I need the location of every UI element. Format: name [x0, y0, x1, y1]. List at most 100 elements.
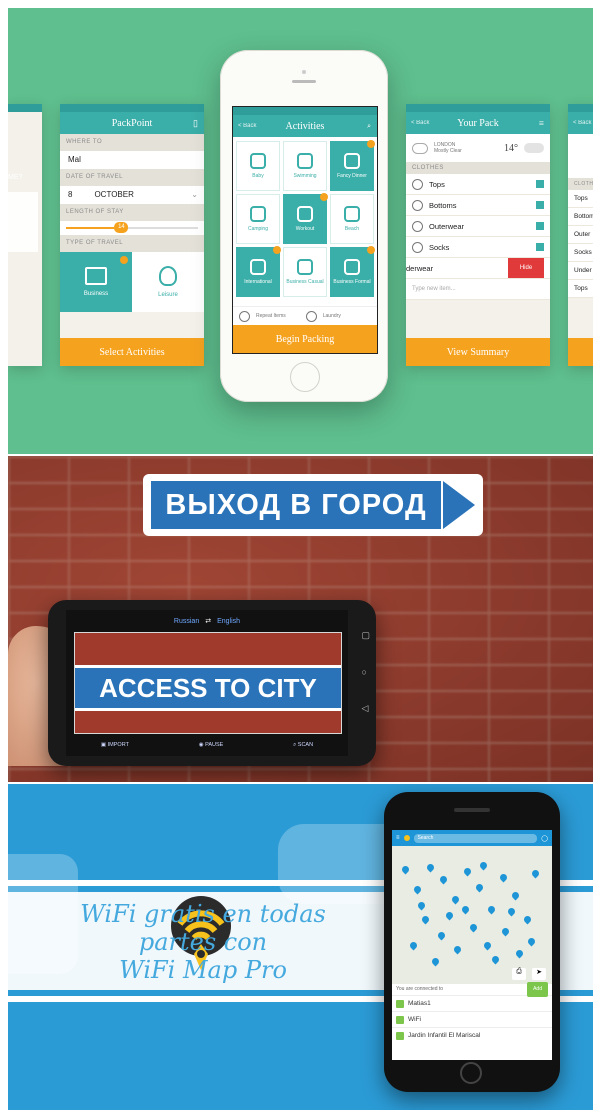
date-picker[interactable]: 8 OCTOBER ⌄ — [60, 186, 204, 204]
hide-button[interactable]: Hide — [508, 258, 544, 278]
swap-icon[interactable]: ⇄ — [205, 617, 211, 625]
checkbox[interactable] — [412, 178, 423, 190]
map-pin-icon[interactable] — [444, 910, 455, 921]
list-item[interactable]: Tops — [568, 280, 593, 298]
scan-button[interactable]: ⌕ SCAN — [293, 742, 313, 749]
search-icon[interactable]: ⌕ — [367, 122, 371, 131]
search-input[interactable]: Search — [413, 833, 538, 843]
list-item[interactable]: Socks — [568, 244, 593, 262]
new-item-input[interactable]: Type new item... — [406, 279, 550, 300]
import-button[interactable]: ▣ IMPORT — [101, 742, 129, 748]
unit-toggle[interactable] — [524, 143, 544, 153]
business-option[interactable]: Business — [60, 252, 132, 312]
slider-handle[interactable]: 14 — [114, 222, 129, 233]
list-item[interactable]: Outer — [568, 226, 593, 244]
leisure-option[interactable]: Leisure — [132, 252, 204, 312]
activity-tile[interactable]: Baby — [236, 141, 280, 191]
activity-tile[interactable]: Fancy Dinner — [330, 140, 375, 191]
repeat-checkbox[interactable] — [239, 310, 250, 322]
list-item[interactable]: Under — [568, 262, 593, 280]
list-item[interactable]: Socks — [406, 237, 550, 258]
map-pin-icon[interactable] — [450, 894, 461, 905]
map-pin-icon[interactable] — [482, 940, 493, 951]
activity-tile[interactable]: Business Formal — [330, 246, 375, 297]
list-item[interactable]: Bottoms — [406, 195, 550, 216]
home-icon[interactable]: ○ — [361, 667, 370, 677]
map-pin-icon[interactable] — [400, 864, 411, 875]
activity-tile[interactable]: Workout — [283, 193, 328, 244]
stay-slider[interactable]: 14 — [60, 221, 204, 235]
map-pin-icon[interactable] — [500, 926, 511, 937]
map-pin-icon[interactable] — [438, 874, 449, 885]
menu-icon[interactable]: ≡ — [539, 118, 544, 128]
map-pin-icon[interactable] — [468, 922, 479, 933]
checkbox[interactable] — [412, 199, 423, 211]
map-pin-icon[interactable] — [498, 872, 509, 883]
wifi-map[interactable]: ⎙ ➤ — [392, 846, 552, 984]
map-pin-icon[interactable] — [462, 866, 473, 877]
sign-arrow-icon — [443, 481, 475, 529]
list-item[interactable]: Tops — [568, 190, 593, 208]
activity-tile[interactable]: Beach — [330, 194, 374, 244]
map-pin-icon[interactable] — [452, 944, 463, 955]
map-pin-icon[interactable] — [408, 940, 419, 951]
recent-apps-icon[interactable]: ▢ — [361, 630, 370, 641]
chat-icon[interactable]: ◯ — [541, 835, 548, 842]
map-pin-icon[interactable] — [474, 882, 485, 893]
check-badge-icon — [320, 193, 328, 201]
home-button[interactable] — [460, 1062, 482, 1084]
select-activities-button[interactable]: Select Activities — [60, 338, 204, 366]
view-summary-button[interactable]: View Summary — [406, 338, 550, 366]
target-language[interactable]: English — [217, 618, 240, 625]
back-button[interactable]: < Back — [573, 120, 592, 126]
where-input[interactable]: Mal — [60, 151, 204, 169]
map-pin-icon[interactable] — [506, 906, 517, 917]
chevron-down-icon[interactable]: ⌄ — [191, 186, 198, 204]
pause-button[interactable]: ◉ PAUSE — [199, 742, 224, 748]
source-language[interactable]: Russian — [174, 618, 199, 625]
locate-icon[interactable]: ➤ — [532, 968, 546, 980]
menu-icon[interactable]: ≡ — [396, 835, 400, 841]
list-item[interactable]: Outerwear — [406, 216, 550, 237]
language-bar[interactable]: Russian ⇄ English — [66, 610, 348, 632]
begin-packing-button[interactable]: Begin Packing — [233, 325, 377, 353]
map-pin-icon[interactable] — [412, 884, 423, 895]
map-pin-icon[interactable] — [490, 954, 501, 965]
map-pin-icon[interactable] — [460, 904, 471, 915]
map-pin-icon[interactable] — [530, 868, 541, 879]
checkbox[interactable] — [412, 220, 423, 232]
map-pin-icon[interactable] — [436, 930, 447, 941]
checkbox[interactable] — [412, 241, 423, 253]
activity-tile[interactable]: Business Casual — [283, 247, 327, 297]
map-pin-icon[interactable] — [522, 914, 533, 925]
list-item[interactable]: Tops — [406, 174, 550, 195]
pack-list: Tops Bottom Outer Socks Under Tops — [568, 190, 593, 298]
list-item[interactable]: Matias1 — [392, 995, 552, 1011]
map-pin-icon[interactable] — [526, 936, 537, 947]
map-pin-icon[interactable] — [430, 956, 441, 967]
map-pin-icon[interactable] — [416, 900, 427, 911]
laundry-checkbox[interactable] — [305, 310, 317, 322]
back-icon[interactable]: ◁ — [361, 703, 370, 714]
map-pin-icon[interactable] — [420, 914, 431, 925]
activity-tile[interactable]: International — [236, 246, 281, 297]
activity-tile[interactable]: Camping — [236, 194, 280, 244]
add-button[interactable]: Add — [527, 982, 548, 997]
luggage-icon[interactable]: ▯ — [193, 118, 198, 129]
activity-tile[interactable]: Swimming — [283, 141, 327, 191]
home-button[interactable] — [290, 362, 320, 392]
map-pin-icon[interactable] — [478, 860, 489, 871]
print-icon[interactable]: ⎙ — [512, 968, 526, 980]
list-item[interactable]: Jardin Infantil El Mariscal — [392, 1027, 552, 1043]
back-button[interactable]: < Back — [411, 120, 430, 126]
back-button[interactable]: < Back — [238, 123, 257, 129]
swipe-row[interactable]: derwear Hide — [406, 258, 550, 279]
map-pin-icon[interactable] — [510, 890, 521, 901]
left-card-label: ME? — [8, 174, 23, 181]
map-pin-icon[interactable] — [425, 862, 436, 873]
list-item[interactable]: Bottom — [568, 208, 593, 226]
map-pin-icon[interactable] — [514, 948, 525, 959]
summary-button-partial[interactable] — [568, 338, 593, 366]
list-item[interactable]: WiFi — [392, 1011, 552, 1027]
map-pin-icon[interactable] — [486, 904, 497, 915]
